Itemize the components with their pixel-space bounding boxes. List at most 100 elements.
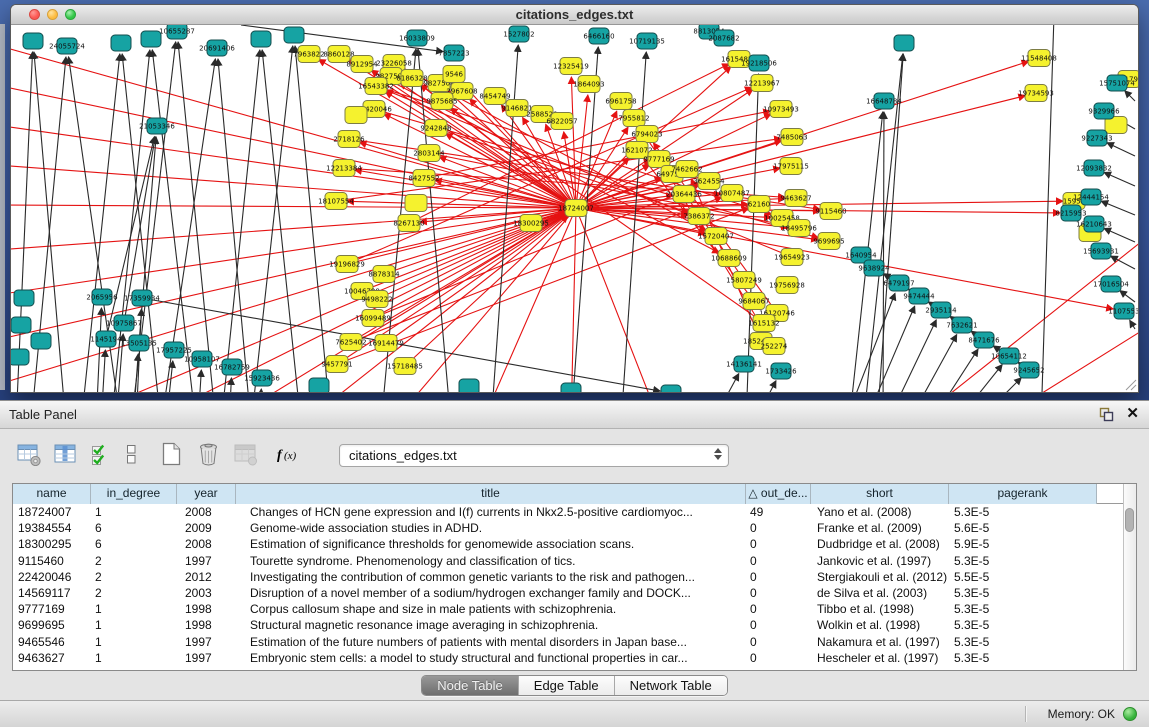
memory-status-light[interactable] [1123, 707, 1137, 721]
column-header-year[interactable]: year [177, 484, 236, 504]
table-settings-button[interactable] [16, 442, 42, 469]
graph-node-label: 10958107 [184, 356, 220, 364]
network-canvas[interactable]: 1872400779638228860128891295423226058982… [11, 25, 1138, 392]
cell: 18724007 [13, 504, 91, 520]
table-row[interactable]: 2242004622012Investigating the contribut… [13, 569, 1123, 585]
tab-edge-table[interactable]: Edge Table [518, 676, 614, 695]
delete-button[interactable] [195, 441, 222, 470]
show-columns-button[interactable] [53, 442, 79, 469]
graph-node-label: 1864093 [573, 81, 604, 89]
graph-node-label: 8878314 [368, 271, 400, 279]
table-row[interactable]: 969969511998Structural magnetic resonanc… [13, 617, 1123, 633]
graph-node-label: 11548408 [1021, 55, 1057, 63]
graph-node[interactable] [11, 317, 31, 333]
cell: 9463627 [13, 650, 91, 666]
table-row[interactable]: 946554611997Estimation of the future num… [13, 634, 1123, 650]
tab-node-table[interactable]: Node Table [422, 676, 518, 695]
cell: 1997 [177, 650, 236, 666]
cell: 5.3E-5 [949, 585, 1097, 601]
graph-node[interactable] [251, 31, 271, 47]
column-header-name[interactable]: name [13, 484, 91, 504]
svg-text:(x): (x) [284, 450, 297, 462]
citation-network-graph[interactable]: 1872400779638228860128891295423226058982… [11, 25, 1138, 392]
cell: Tibbo et al. (1998) [811, 601, 949, 617]
scrollbar-thumb[interactable] [1125, 508, 1134, 532]
graph-node-label: 15807249 [726, 277, 762, 285]
cell: Hescheler et al. (1997) [811, 650, 949, 666]
table-row[interactable]: 977716911998Corpus callosum shape and si… [13, 601, 1123, 617]
graph-node-label: 20691406 [199, 45, 235, 53]
new-document-button[interactable] [158, 441, 184, 470]
network-view-window[interactable]: citations_edges.txt 18724007796382288601… [10, 4, 1139, 393]
cell: 0 [746, 569, 811, 585]
resize-grip-icon[interactable] [1123, 377, 1137, 391]
column-header-pagerank[interactable]: pagerank [949, 484, 1097, 504]
cell: 14569117 [13, 585, 91, 601]
cell: Jankovic et al. (1997) [811, 553, 949, 569]
tab-network-table[interactable]: Network Table [614, 676, 727, 695]
column-header-in_degree[interactable]: in_degree [91, 484, 177, 504]
function-builder-button[interactable]: f (x) [276, 442, 306, 469]
graph-node-label: 10807487 [714, 190, 750, 198]
graph-node-label: 16210643 [1076, 221, 1112, 229]
graph-node-label: 9242848 [420, 125, 451, 133]
graph-edge [576, 208, 661, 392]
column-header-out_de[interactable]: △ out_de... [746, 484, 811, 504]
graph-node[interactable] [459, 379, 479, 392]
table-panel-header[interactable]: Table Panel ✕ [0, 401, 1149, 429]
graph-node[interactable] [661, 385, 681, 392]
table-row[interactable]: 911546021997Tourette syndrome. Phenomeno… [13, 553, 1123, 569]
graph-node[interactable] [11, 349, 29, 365]
import-table-button[interactable] [233, 442, 259, 469]
graph-node-label: 15720407 [698, 233, 734, 241]
cell: 0 [746, 617, 811, 633]
table-row[interactable]: 1456911722003Disruption of a novel membe… [13, 585, 1123, 601]
cell: Changes of HCN gene expression and I(f) … [236, 504, 746, 520]
graph-node[interactable] [14, 290, 34, 306]
graph-node-label: 6794023 [631, 131, 662, 139]
cell: 2003 [177, 585, 236, 601]
graph-node[interactable] [561, 383, 581, 392]
graph-node[interactable] [31, 333, 51, 349]
graph-node[interactable] [309, 378, 329, 392]
cell: 1998 [177, 601, 236, 617]
vertical-scrollbar[interactable] [1123, 484, 1136, 670]
graph-node-label: 15718485 [387, 363, 423, 371]
graph-edge [1120, 291, 1135, 302]
desktop-edge-strip [0, 24, 5, 390]
show-columns-icon [53, 442, 79, 466]
table-selector[interactable]: citations_edges.txt [339, 444, 729, 467]
table-row[interactable]: 1872400712008Changes of HCN gene express… [13, 504, 1123, 520]
window-titlebar[interactable]: citations_edges.txt [11, 5, 1138, 25]
cell: 0 [746, 650, 811, 666]
table-row[interactable]: 1938455462009Genome-wide association stu… [13, 520, 1123, 536]
panel-title: Table Panel [9, 401, 77, 428]
graph-node[interactable] [894, 35, 914, 51]
graph-edge [571, 47, 598, 392]
graph-node-label: 2087682 [708, 35, 739, 43]
graph-node[interactable] [405, 195, 427, 212]
table-row[interactable]: 946362711997Embryonic stem cells: a mode… [13, 650, 1123, 666]
select-all-columns-button[interactable] [90, 442, 112, 469]
graph-node[interactable] [111, 35, 131, 51]
table-row[interactable]: 1830029562008Estimation of significance … [13, 536, 1123, 552]
column-header-short[interactable]: short [811, 484, 949, 504]
cell: Franke et al. (2009) [811, 520, 949, 536]
float-panel-icon[interactable] [1098, 406, 1114, 422]
graph-node[interactable] [284, 27, 304, 43]
table-selector-value: citations_edges.txt [349, 448, 457, 463]
graph-node[interactable] [23, 33, 43, 49]
graph-node-label: 16099489 [355, 315, 391, 323]
graph-edge [1125, 91, 1135, 101]
graph-edge [96, 308, 101, 392]
graph-edge [844, 293, 895, 392]
graph-node-label: 14136141 [726, 361, 762, 369]
graph-node[interactable] [345, 107, 367, 124]
unselect-all-columns-button[interactable] [123, 442, 139, 469]
cell: Structural magnetic resonance image aver… [236, 617, 746, 633]
graph-edge [386, 214, 567, 343]
graph-node-label: 2935114 [925, 307, 957, 315]
graph-node[interactable] [141, 31, 161, 47]
close-panel-icon[interactable]: ✕ [1126, 406, 1139, 422]
column-header-title[interactable]: title [236, 484, 746, 504]
